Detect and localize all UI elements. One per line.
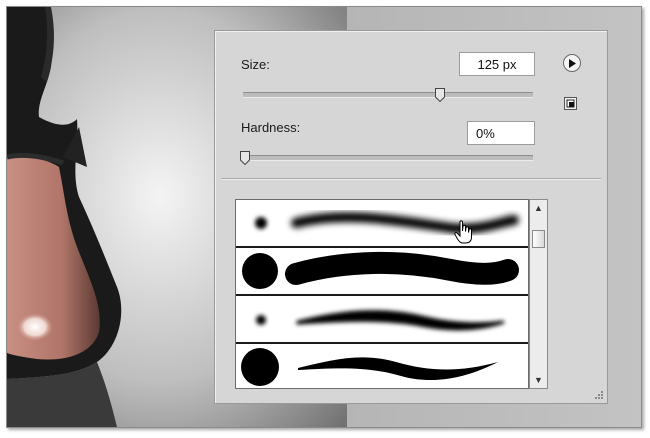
hardness-label: Hardness: bbox=[241, 120, 301, 135]
brush-tip-soft-small-2 bbox=[256, 315, 266, 325]
play-arrow-icon[interactable] bbox=[563, 54, 581, 72]
brush-preset-row-4[interactable] bbox=[236, 344, 528, 389]
brush-preset-row-1[interactable] bbox=[236, 200, 528, 248]
brush-tip-hard-round-2 bbox=[241, 348, 279, 386]
screenshot-frame: Size: 125 px Hardness: 0% ▲ ▼ bbox=[6, 6, 642, 428]
brush-preset-rows bbox=[236, 200, 528, 389]
brush-tip-soft-small bbox=[255, 217, 267, 229]
brush-stroke-hard bbox=[285, 251, 519, 285]
hardness-slider-track[interactable] bbox=[243, 155, 533, 161]
play-arrow-glyph bbox=[569, 58, 576, 68]
new-preset-icon[interactable] bbox=[564, 97, 577, 110]
size-slider-track[interactable] bbox=[243, 92, 533, 98]
size-label: Size: bbox=[241, 57, 270, 72]
hand-cursor-icon bbox=[454, 220, 472, 244]
brush-preset-row-3[interactable] bbox=[236, 296, 528, 344]
brush-tip-hard-round bbox=[242, 253, 278, 289]
scrollbar-thumb[interactable] bbox=[532, 230, 545, 248]
scroll-down-arrow-icon[interactable]: ▼ bbox=[530, 372, 547, 388]
brush-preset-list bbox=[235, 199, 529, 389]
size-slider-thumb[interactable] bbox=[435, 88, 446, 102]
brush-preset-picker-panel: Size: 125 px Hardness: 0% ▲ ▼ bbox=[214, 30, 608, 404]
panel-divider bbox=[221, 178, 601, 180]
brush-preset-row-2[interactable] bbox=[236, 248, 528, 296]
brush-list-scrollbar[interactable]: ▲ ▼ bbox=[529, 199, 548, 389]
scroll-up-arrow-icon[interactable]: ▲ bbox=[530, 200, 547, 216]
size-input[interactable]: 125 px bbox=[459, 52, 535, 76]
hardness-input[interactable]: 0% bbox=[467, 121, 535, 145]
hardness-slider-thumb[interactable] bbox=[240, 151, 250, 165]
resize-grip-icon[interactable] bbox=[594, 390, 604, 400]
